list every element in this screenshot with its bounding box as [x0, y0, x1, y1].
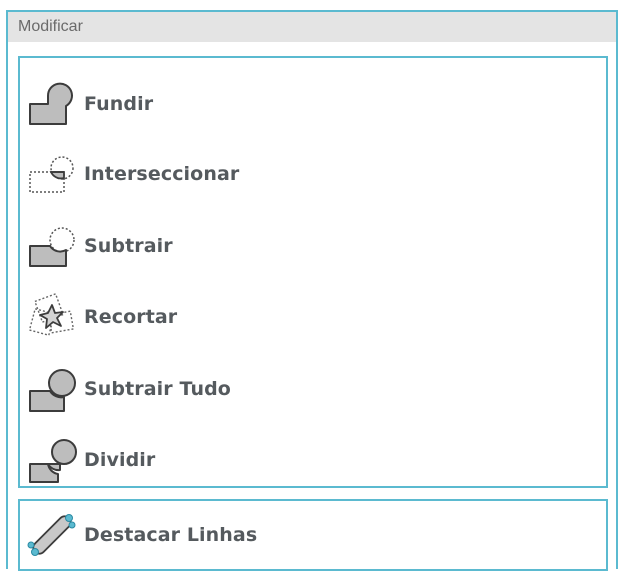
divide-button[interactable]: Dividir — [26, 434, 596, 486]
detach-lines-label: Destacar Linhas — [84, 524, 258, 546]
subtract-all-button[interactable]: Subtrair Tudo — [26, 363, 596, 415]
subtract-button[interactable]: Subtrair — [26, 220, 596, 272]
weld-button[interactable]: Fundir — [26, 78, 596, 130]
divide-icon — [26, 434, 78, 486]
weld-icon — [26, 78, 78, 130]
modify-panel: Modificar Fundir Interseccionar Subtrair… — [6, 10, 618, 571]
intersect-icon — [26, 148, 78, 200]
divide-label: Dividir — [84, 449, 156, 471]
intersect-button[interactable]: Interseccionar — [26, 148, 596, 200]
crop-icon — [26, 291, 78, 343]
subtract-all-label: Subtrair Tudo — [84, 378, 231, 400]
panel-title: Modificar — [8, 12, 616, 42]
crop-button[interactable]: Recortar — [26, 291, 596, 343]
detach-lines-button[interactable]: Destacar Linhas — [26, 509, 596, 561]
intersect-label: Interseccionar — [84, 163, 240, 185]
weld-label: Fundir — [84, 93, 154, 115]
subtract-all-icon — [26, 363, 78, 415]
crop-label: Recortar — [84, 306, 178, 328]
detach-lines-icon — [26, 509, 78, 561]
subtract-icon — [26, 220, 78, 272]
modify-tools-group: Fundir Interseccionar Subtrair Recortar … — [18, 56, 608, 488]
lines-tools-group: Destacar Linhas — [18, 499, 608, 571]
subtract-label: Subtrair — [84, 235, 173, 257]
